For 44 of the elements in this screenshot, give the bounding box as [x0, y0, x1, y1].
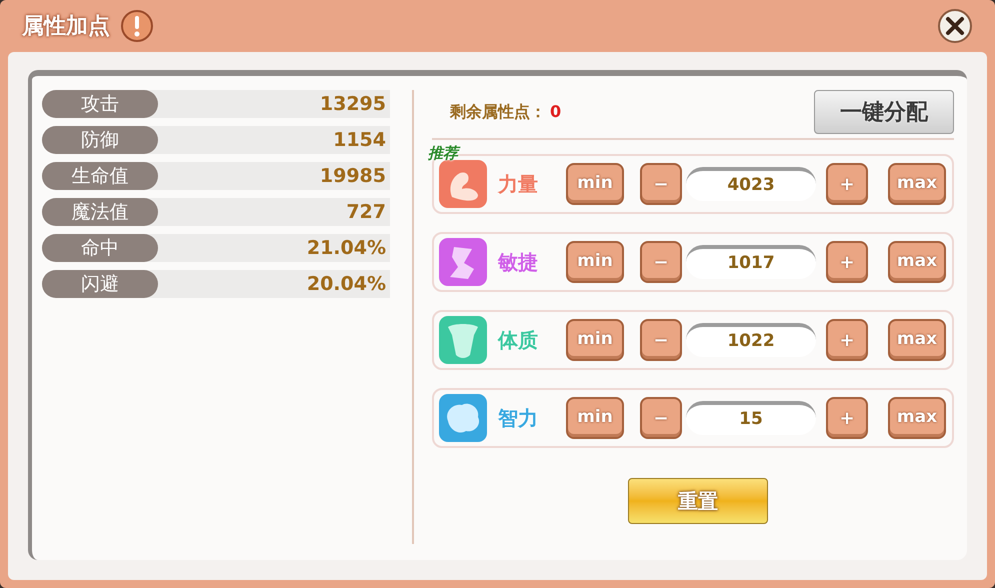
close-icon[interactable]: [937, 8, 973, 44]
decrease-button[interactable]: −: [640, 241, 682, 283]
stat-label: 闪避: [42, 270, 158, 298]
attribute-name: 力量: [498, 171, 539, 198]
attribute-name: 敏捷: [498, 249, 539, 276]
min-button[interactable]: min: [566, 319, 624, 361]
max-button[interactable]: max: [888, 319, 946, 361]
increase-button[interactable]: +: [826, 163, 868, 205]
value-field[interactable]: 1017: [686, 245, 816, 279]
value-field[interactable]: 1022: [686, 323, 816, 357]
decrease-button[interactable]: −: [640, 163, 682, 205]
remaining-points-value: 0: [550, 101, 562, 123]
stat-label: 攻击: [42, 90, 158, 118]
auto-assign-button[interactable]: 一键分配: [814, 90, 954, 134]
reset-button[interactable]: 重置: [628, 478, 768, 524]
recommend-label: 推荐: [428, 142, 458, 164]
stat-label: 命中: [42, 234, 158, 262]
increase-button[interactable]: +: [826, 397, 868, 439]
info-icon[interactable]: [120, 9, 154, 43]
decrease-button[interactable]: −: [640, 319, 682, 361]
min-button[interactable]: min: [566, 163, 624, 205]
min-button[interactable]: min: [566, 241, 624, 283]
attribute-name: 智力: [498, 405, 539, 432]
stat-value: 1154: [332, 128, 387, 153]
stat-value: 20.04%: [306, 272, 387, 297]
stat-value: 727: [345, 200, 387, 225]
increase-button[interactable]: +: [826, 319, 868, 361]
stat-label: 魔法值: [42, 198, 158, 226]
min-button[interactable]: min: [566, 397, 624, 439]
attribute-name: 体质: [498, 327, 539, 354]
stat-value: 13295: [318, 92, 387, 117]
stat-value: 21.04%: [306, 236, 387, 261]
max-button[interactable]: max: [888, 397, 946, 439]
stat-label: 生命值: [42, 162, 158, 190]
stat-value: 19985: [318, 164, 387, 189]
window-title: 属性加点: [22, 12, 110, 40]
decrease-button[interactable]: −: [640, 397, 682, 439]
remaining-points-label: 剩余属性点：: [450, 101, 546, 123]
value-field[interactable]: 15: [686, 401, 816, 435]
max-button[interactable]: max: [888, 163, 946, 205]
value-field[interactable]: 4023: [686, 167, 816, 201]
max-button[interactable]: max: [888, 241, 946, 283]
increase-button[interactable]: +: [826, 241, 868, 283]
stat-label: 防御: [42, 126, 158, 154]
